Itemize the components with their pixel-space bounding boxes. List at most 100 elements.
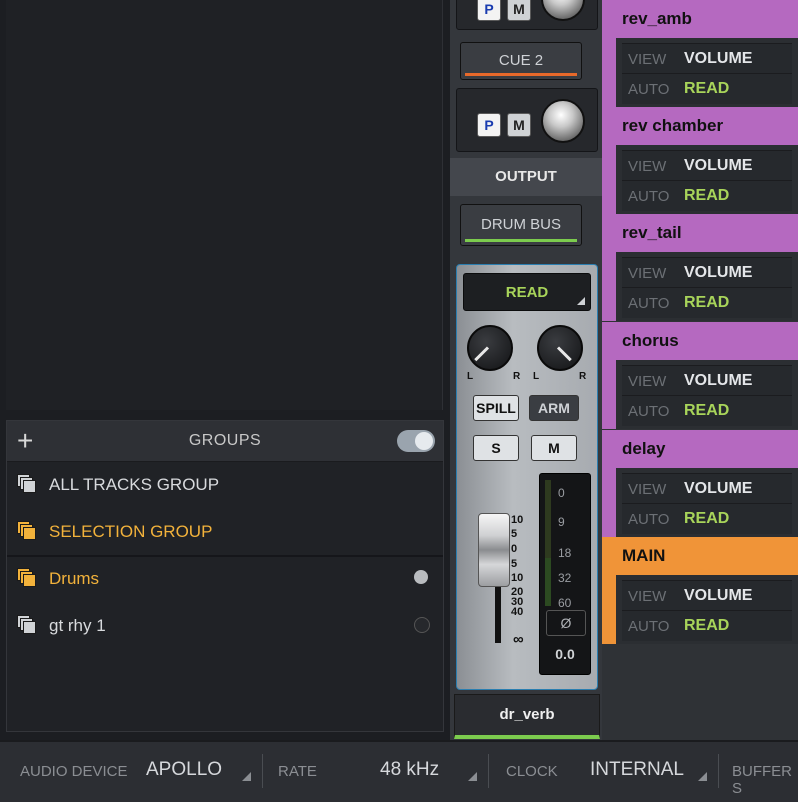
meter-scale-tick: 60 (558, 596, 572, 610)
cue2-button[interactable]: CUE 2 (460, 42, 582, 80)
group-stack-icon (17, 568, 37, 588)
group-active-dot[interactable] (414, 570, 428, 584)
send-view-row[interactable]: VIEW VOLUME (622, 473, 792, 504)
send-header[interactable]: MAIN (602, 537, 798, 575)
group-stack-icon (17, 474, 37, 494)
send-body: VIEW VOLUME AUTO READ (602, 145, 798, 214)
view-key: VIEW (628, 588, 667, 605)
send-view-row[interactable]: VIEW VOLUME (622, 365, 792, 396)
auto-value: READ (684, 187, 730, 204)
auto-value: READ (684, 80, 730, 97)
cue-level-knob[interactable] (541, 99, 585, 143)
send-body: VIEW VOLUME AUTO READ (602, 38, 798, 107)
pan-l-label: L (467, 371, 474, 382)
cue-mute-button[interactable]: M (507, 0, 531, 21)
group-item-all-tracks[interactable]: ALL TRACKS GROUP (7, 461, 443, 507)
auto-key: AUTO (628, 511, 670, 528)
automation-mode-button[interactable]: READ (463, 273, 591, 311)
send-chorus: chorus VIEW VOLUME AUTO READ (602, 322, 798, 429)
volume-fader[interactable] (478, 513, 510, 587)
meter-bar (545, 480, 551, 606)
output-button[interactable]: DRUM BUS (460, 204, 582, 246)
groups-header: + GROUPS (7, 421, 443, 462)
meter-scale-tick: 9 (558, 515, 565, 529)
channel-strip: P M CUE 2 P M OUTPUT DRUM BUS READ L R L… (450, 0, 602, 740)
clock-value[interactable]: INTERNAL (590, 759, 684, 781)
send-view-row[interactable]: VIEW VOLUME (622, 580, 792, 611)
meter-scale-tick: 0 (558, 486, 565, 500)
cue-level-knob[interactable] (541, 0, 585, 21)
send-header[interactable]: chorus (602, 322, 798, 360)
auto-value: READ (684, 617, 730, 634)
cue-mute-button[interactable]: M (507, 113, 531, 137)
rate-value[interactable]: 48 kHz (380, 759, 439, 781)
view-value: VOLUME (684, 372, 753, 389)
send-body: VIEW VOLUME AUTO READ (602, 360, 798, 429)
cue2-controls: P M (456, 88, 598, 152)
track-name-button[interactable]: dr_verb (454, 694, 600, 739)
dropdown-corner-icon[interactable] (698, 772, 707, 781)
pan-right-knob[interactable] (537, 325, 583, 371)
send-auto-row[interactable]: AUTO READ (622, 503, 792, 534)
send-delay: delay VIEW VOLUME AUTO READ (602, 430, 798, 537)
pan-l-label: L (533, 371, 540, 382)
pre-button[interactable]: P (477, 0, 501, 21)
send-header[interactable]: rev_amb (602, 0, 798, 38)
status-bar: AUDIO DEVICE APOLLO RATE 48 kHz CLOCK IN… (0, 740, 798, 802)
send-view-row[interactable]: VIEW VOLUME (622, 257, 792, 288)
fader-scale-tick: 5 (511, 558, 518, 570)
auto-key: AUTO (628, 295, 670, 312)
arm-button[interactable]: ARM (529, 395, 579, 421)
send-header[interactable]: delay (602, 430, 798, 468)
rate-label: RATE (278, 763, 317, 780)
meter-scale-tick: 18 (558, 546, 572, 560)
mute-button[interactable]: M (531, 435, 577, 461)
send-name: rev_tail (622, 223, 682, 242)
divider (488, 754, 489, 788)
strip-body: READ L R L R SPILL ARM S M 10 5 0 5 10 2… (456, 264, 598, 690)
level-meter: 0 9 18 32 60 Ø 0.0 (539, 473, 591, 675)
send-header[interactable]: rev_tail (602, 214, 798, 252)
buffer-size-label: BUFFER S (732, 763, 792, 797)
left-panel: + GROUPS ALL TRACKS GROUP SELECTION GROU… (0, 0, 450, 740)
group-item-drums[interactable]: Drums (7, 555, 443, 601)
group-item-gt-rhy[interactable]: gt rhy 1 (7, 602, 443, 648)
group-active-dot[interactable] (414, 617, 430, 633)
meter-scale-tick: 32 (558, 571, 572, 585)
track-name-label: dr_verb (499, 706, 555, 723)
pre-button[interactable]: P (477, 113, 501, 137)
send-name: chorus (622, 331, 679, 350)
send-auto-row[interactable]: AUTO READ (622, 610, 792, 641)
send-header[interactable]: rev chamber (602, 107, 798, 145)
clock-label: CLOCK (506, 763, 558, 780)
send-auto-row[interactable]: AUTO READ (622, 395, 792, 426)
send-view-row[interactable]: VIEW VOLUME (622, 150, 792, 181)
view-value: VOLUME (684, 587, 753, 604)
send-name: rev_amb (622, 9, 692, 28)
fader-value: 0.0 (555, 646, 575, 662)
fader-scale-tick: ∞ (513, 631, 524, 648)
output-label: OUTPUT (450, 158, 602, 196)
dropdown-corner-icon[interactable] (468, 772, 477, 781)
send-auto-row[interactable]: AUTO READ (622, 180, 792, 211)
spill-button[interactable]: SPILL (473, 395, 519, 421)
fader-scale-tick: 40 (511, 606, 524, 618)
output-value: DRUM BUS (480, 216, 561, 233)
groups-toggle[interactable] (397, 430, 435, 452)
dropdown-corner-icon[interactable] (242, 772, 251, 781)
send-auto-row[interactable]: AUTO READ (622, 73, 792, 104)
view-key: VIEW (628, 481, 667, 498)
send-auto-row[interactable]: AUTO READ (622, 287, 792, 318)
phase-invert-button[interactable]: Ø (546, 610, 586, 636)
view-value: VOLUME (684, 157, 753, 174)
fader-scale-tick: 0 (511, 543, 518, 555)
auto-value: READ (684, 510, 730, 527)
audio-device-value[interactable]: APOLLO (146, 759, 222, 781)
pan-left-knob[interactable] (467, 325, 513, 371)
view-value: VOLUME (684, 480, 753, 497)
send-rev-chamber: rev chamber VIEW VOLUME AUTO READ (602, 107, 798, 214)
send-view-row[interactable]: VIEW VOLUME (622, 43, 792, 74)
group-item-selection[interactable]: SELECTION GROUP (7, 508, 443, 554)
solo-button[interactable]: S (473, 435, 519, 461)
auto-key: AUTO (628, 618, 670, 635)
